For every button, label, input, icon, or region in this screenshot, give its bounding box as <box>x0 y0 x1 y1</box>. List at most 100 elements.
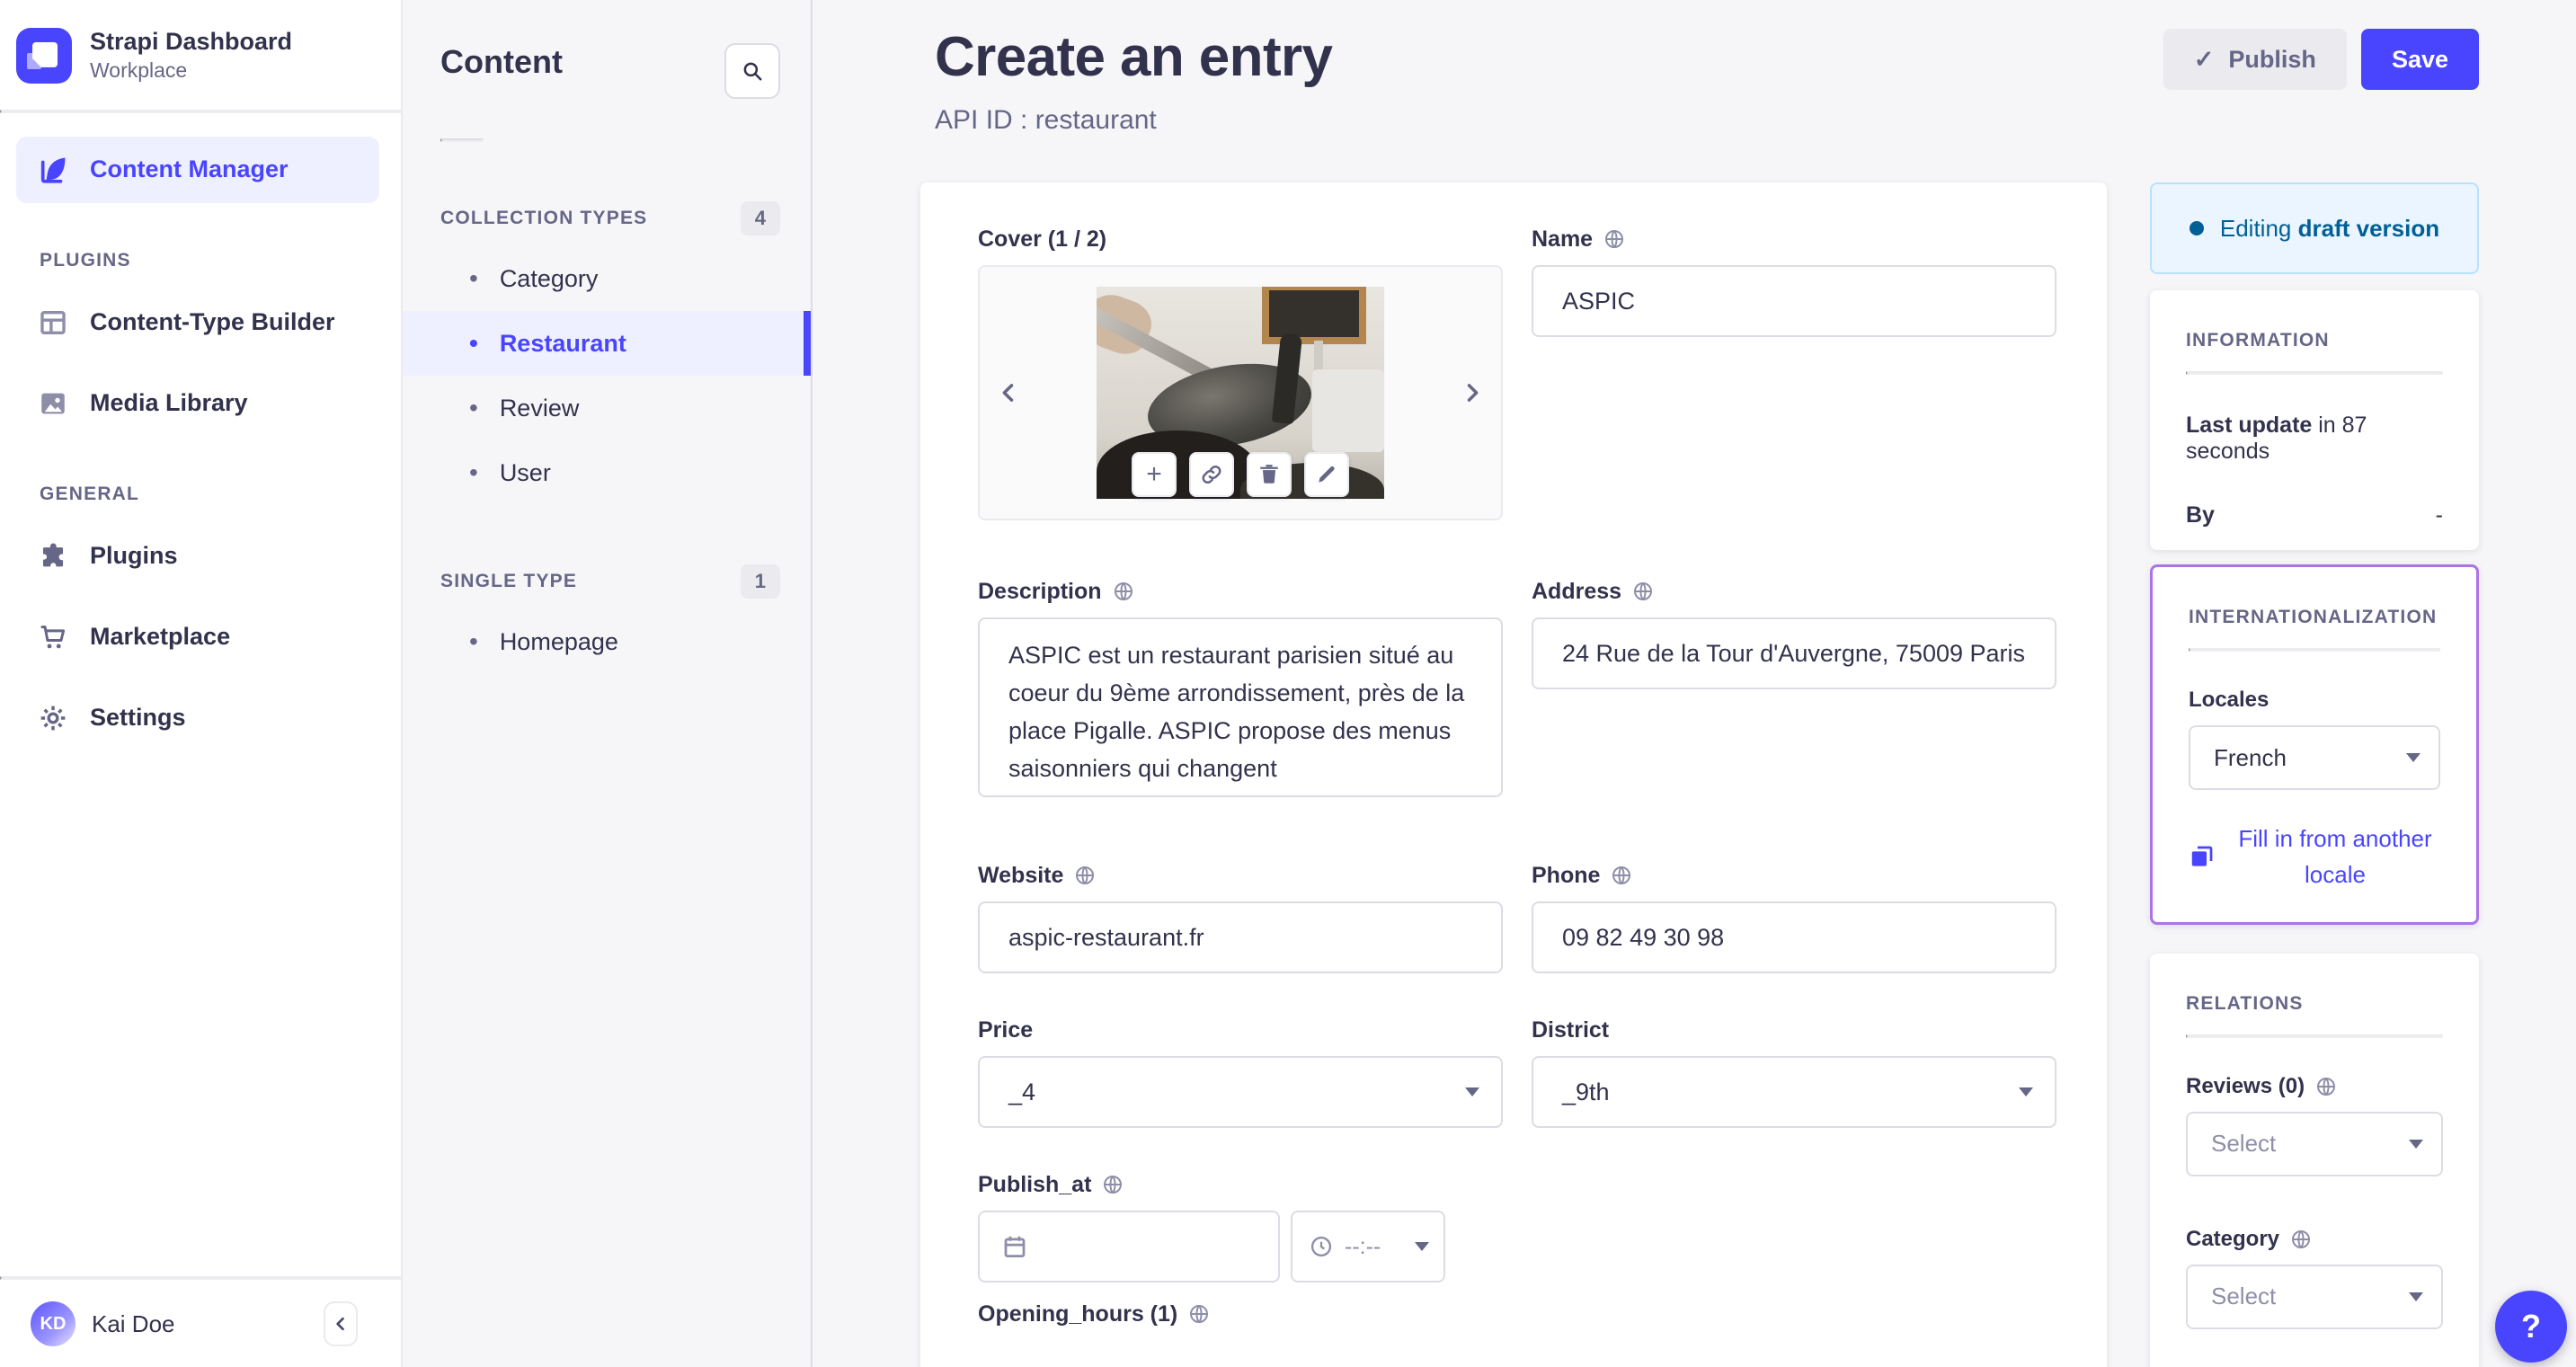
link-icon <box>1200 463 1223 486</box>
page-title: Create an entry <box>935 26 1333 88</box>
publish-at-date-input[interactable] <box>978 1211 1280 1283</box>
information-title: INFORMATION <box>2186 330 2330 351</box>
by-value: - <box>2435 502 2443 528</box>
globe-icon <box>2315 1076 2337 1097</box>
add-media-button[interactable]: + <box>1132 452 1177 497</box>
sidebar-item-label: Content-Type Builder <box>90 308 335 336</box>
opening-hours-field-label: Opening_hours (1) <box>978 1300 1503 1327</box>
sidebar-item-media-library[interactable]: Media Library <box>16 370 379 437</box>
locales-label: Locales <box>2189 688 2270 712</box>
subnav-title: Content <box>440 43 563 80</box>
feather-pen-icon <box>38 155 68 185</box>
clock-icon <box>1309 1234 1334 1259</box>
sidebar-section-general: GENERAL Plugins Marketplace Settings <box>0 484 401 751</box>
description-textarea[interactable]: ASPIC est un restaurant parisien situé a… <box>978 617 1503 797</box>
edit-media-button[interactable] <box>1304 452 1349 497</box>
subnav-divider <box>440 138 484 142</box>
category-relation-label: Category <box>2186 1227 2443 1252</box>
sidebar-item-label: Settings <box>90 704 186 732</box>
locale-select[interactable]: French <box>2189 725 2440 790</box>
publish-button[interactable]: ✓ Publish <box>2163 29 2347 90</box>
sidebar-item-marketplace[interactable]: Marketplace <box>16 604 379 670</box>
price-select[interactable]: _4 <box>978 1056 1503 1128</box>
entry-side-panel: Editing draft version INFORMATION Last u… <box>2150 182 2479 1367</box>
section-title: PLUGINS <box>40 249 131 271</box>
user-avatar[interactable]: KD <box>31 1301 76 1346</box>
relations-title: RELATIONS <box>2186 992 2304 1014</box>
sidebar-item-plugins[interactable]: Plugins <box>16 523 379 590</box>
name-input[interactable] <box>1532 265 2056 337</box>
workspace-subtitle: Workplace <box>90 58 188 82</box>
globe-icon <box>1113 581 1134 602</box>
description-field-label: Description <box>978 578 1503 605</box>
draft-status-banner: Editing draft version <box>2150 182 2479 274</box>
subnav-item-label: Homepage <box>499 627 618 655</box>
sidebar-item-content-type-builder[interactable]: Content-Type Builder <box>16 289 379 356</box>
single-type-group: SINGLE TYPE 1 • Homepage <box>403 564 811 674</box>
reviews-relation-select[interactable]: Select <box>2186 1111 2443 1176</box>
save-button[interactable]: Save <box>2360 29 2479 90</box>
subnav-item-label: Restaurant <box>499 329 626 357</box>
subnav-item-homepage[interactable]: • Homepage <box>403 609 811 674</box>
by-label: By <box>2186 502 2215 528</box>
bullet-icon: • <box>469 627 478 655</box>
website-field-label: Website <box>978 862 1503 889</box>
status-dot-icon <box>2189 221 2204 235</box>
subnav-item-user[interactable]: • User <box>403 440 811 505</box>
cover-field-label: Cover (1 / 2) <box>978 226 1107 252</box>
caret-down-icon <box>1465 1087 1479 1096</box>
district-field-label: District <box>1532 1016 1610 1043</box>
price-field-label: Price <box>978 1016 1034 1043</box>
website-input[interactable] <box>978 901 1503 973</box>
trash-icon <box>1257 463 1281 486</box>
publish-at-time-select[interactable]: --:-- <box>1291 1211 1445 1283</box>
subnav-item-label: Review <box>499 394 580 422</box>
subnav-item-restaurant[interactable]: • Restaurant <box>403 311 811 376</box>
carousel-next-button[interactable] <box>1456 377 1488 409</box>
caret-down-icon <box>1415 1242 1429 1251</box>
puzzle-icon <box>38 541 68 572</box>
card-divider <box>2189 648 2440 652</box>
caret-down-icon <box>2409 1139 2423 1149</box>
workspace-brand[interactable]: Strapi Dashboard Workplace <box>0 0 401 110</box>
sidebar-item-content-manager[interactable]: Content Manager <box>16 136 379 203</box>
fill-from-locale-link[interactable]: Fill in from another locale <box>2189 821 2440 893</box>
strapi-logo-icon <box>16 27 72 84</box>
search-icon <box>741 59 764 83</box>
collapse-sidebar-button[interactable] <box>324 1301 358 1346</box>
globe-icon <box>1188 1303 1210 1325</box>
internationalization-card: INTERNATIONALIZATION Locales French Fill… <box>2150 564 2479 925</box>
layout-grid-icon <box>38 307 68 338</box>
strapi-app: Strapi Dashboard Workplace Content Manag… <box>0 0 2576 1367</box>
globe-icon <box>1102 1174 1124 1195</box>
category-relation-select[interactable]: Select <box>2186 1264 2443 1329</box>
subnav-item-label: User <box>499 458 551 486</box>
subnav-item-review[interactable]: • Review <box>403 376 811 440</box>
carousel-prev-button[interactable] <box>992 377 1025 409</box>
address-input[interactable] <box>1532 617 2056 689</box>
sidebar-item-label: Plugins <box>90 542 178 570</box>
copy-link-button[interactable] <box>1189 452 1234 497</box>
help-button[interactable]: ? <box>2495 1291 2567 1363</box>
caret-down-icon <box>2406 753 2421 762</box>
sidebar-section-plugins: PLUGINS Content-Type Builder Media Libra… <box>0 250 401 437</box>
sidebar-divider <box>0 109 401 113</box>
collection-types-count-badge: 4 <box>740 201 780 235</box>
bullet-icon: • <box>469 264 478 292</box>
plus-icon: + <box>1146 459 1162 489</box>
sidebar-item-settings[interactable]: Settings <box>16 685 379 751</box>
globe-icon <box>1074 865 1096 886</box>
district-select[interactable]: _9th <box>1532 1056 2056 1128</box>
calendar-icon <box>1001 1233 1028 1260</box>
section-title: GENERAL <box>40 483 140 504</box>
bullet-icon: • <box>469 329 478 357</box>
cover-media-carousel: + <box>978 265 1503 520</box>
delete-media-button[interactable] <box>1247 452 1292 497</box>
search-button[interactable] <box>724 43 780 99</box>
sidebar-item-label: Media Library <box>90 389 248 417</box>
media-image-icon <box>38 388 68 419</box>
question-mark-icon: ? <box>2521 1308 2541 1345</box>
subnav-item-category[interactable]: • Category <box>403 246 811 311</box>
phone-input[interactable] <box>1532 901 2056 973</box>
group-title: COLLECTION TYPES <box>440 208 648 228</box>
